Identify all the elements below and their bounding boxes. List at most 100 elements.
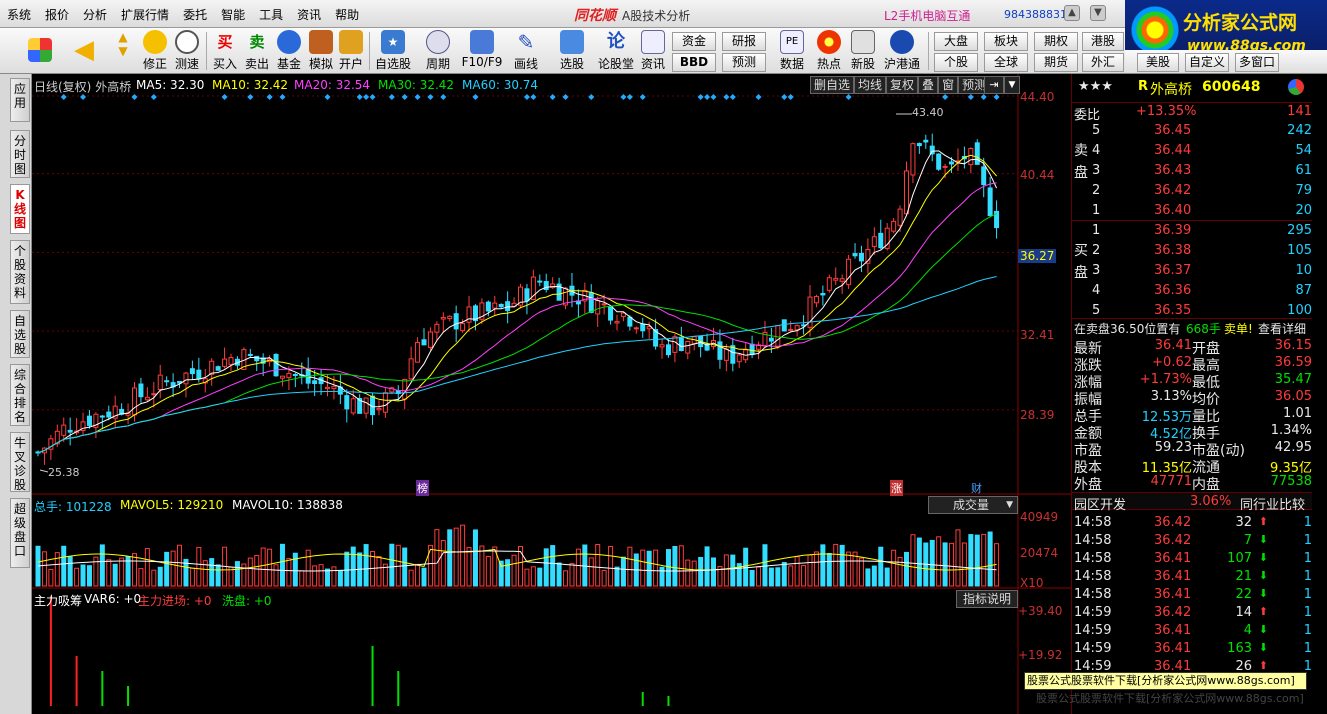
chart-tool-3[interactable]: 叠 bbox=[918, 76, 939, 94]
back-button[interactable]: ◀ bbox=[70, 30, 98, 72]
buy-level-2[interactable]: 3 36.37 10 bbox=[1072, 262, 1312, 280]
event-label-bang[interactable]: 榜 bbox=[416, 480, 429, 496]
watchlist-label: 自选股 bbox=[374, 57, 411, 71]
kline-chart-svg[interactable] bbox=[32, 74, 1071, 714]
expand-arrow-icon[interactable]: ⇥ bbox=[984, 76, 1004, 94]
candle-body bbox=[981, 166, 987, 186]
hot-button[interactable]: 热点 bbox=[814, 30, 844, 72]
sell-level-num: 4 bbox=[1092, 143, 1101, 158]
chart-tool-4[interactable]: 窗 bbox=[938, 76, 959, 94]
up-down-button[interactable]: ▲ ▼ bbox=[110, 30, 136, 72]
fx-button[interactable]: 外汇 bbox=[1082, 53, 1124, 72]
global-button[interactable]: 全球 bbox=[984, 53, 1028, 72]
warning-icon[interactable]: ▲ bbox=[1064, 5, 1080, 21]
bbd-button[interactable]: BBD bbox=[672, 53, 716, 72]
menu-item-2[interactable]: 分析 bbox=[76, 6, 114, 23]
weibi-value: +13.35% bbox=[1136, 104, 1197, 119]
shirt-icon[interactable]: ▼ bbox=[1090, 5, 1106, 21]
buy-price: 36.35 bbox=[1154, 303, 1192, 318]
forecast-button[interactable]: 预测 bbox=[722, 53, 766, 72]
menu-item-1[interactable]: 报价 bbox=[38, 6, 76, 23]
tick-row: 14:58 36.41 107 ⬇ 1 bbox=[1072, 550, 1312, 568]
sidebar-tab-4[interactable]: 自选股 bbox=[10, 310, 30, 358]
individual-button[interactable]: 个股 bbox=[934, 53, 978, 72]
multi-window-button[interactable]: 多窗口 bbox=[1235, 53, 1279, 72]
buy-level-3[interactable]: 4 36.36 87 bbox=[1072, 282, 1312, 300]
pie-chart-icon[interactable] bbox=[1288, 79, 1304, 95]
note-detail-link[interactable]: 查看详细 bbox=[1258, 320, 1306, 337]
menu-item-8[interactable]: 帮助 bbox=[328, 6, 366, 23]
chart-tool-1[interactable]: 均线 bbox=[854, 76, 887, 94]
hk-connect-button[interactable]: 沪港通 bbox=[882, 30, 922, 72]
sell-button[interactable]: 卖 卖出 bbox=[242, 30, 272, 72]
candle-body bbox=[768, 337, 774, 342]
market-button[interactable]: 大盘 bbox=[934, 32, 978, 51]
sell-level-1[interactable]: 4 36.44 54 bbox=[1072, 142, 1312, 160]
sell-level-4[interactable]: 1 36.40 20 bbox=[1072, 202, 1312, 220]
data-button[interactable]: PE 数据 bbox=[772, 30, 812, 72]
chart-tool-2[interactable]: 复权 bbox=[886, 76, 919, 94]
event-label-cai[interactable]: 财 bbox=[970, 480, 983, 496]
forum-button[interactable]: 论 论股堂 bbox=[596, 30, 636, 72]
sidebar-tab-7[interactable]: 超级盘口 bbox=[10, 498, 30, 568]
speed-test-button[interactable]: 测速 bbox=[172, 30, 202, 72]
sell-level-2[interactable]: 3 36.43 61 bbox=[1072, 162, 1312, 180]
sidebar-tab-6[interactable]: 牛叉诊股 bbox=[10, 432, 30, 492]
draw-line-button[interactable]: ✎ 画线 bbox=[506, 30, 546, 72]
funds-button[interactable]: 资金 bbox=[672, 32, 716, 51]
sidebar-tab-0[interactable]: 应用 bbox=[10, 78, 30, 122]
menu-item-7[interactable]: 资讯 bbox=[290, 6, 328, 23]
period-button[interactable]: 周期 bbox=[418, 30, 458, 72]
buy-level-4[interactable]: 5 36.35 100 bbox=[1072, 302, 1312, 320]
l2-link[interactable]: L2手机电脑互通 bbox=[884, 7, 970, 24]
event-label-zhang[interactable]: 涨 bbox=[890, 480, 903, 496]
layout-button[interactable] bbox=[26, 30, 54, 72]
chart-area[interactable]: 日线(复权) 外高桥 MA5: 32.30 MA10: 32.42 MA20: … bbox=[32, 74, 1071, 714]
sell-level-num: 2 bbox=[1092, 183, 1101, 198]
volume-bar bbox=[955, 529, 961, 587]
simulate-button[interactable]: 模拟 bbox=[306, 30, 336, 72]
research-button[interactable]: 研报 bbox=[722, 32, 766, 51]
news-button[interactable]: 资讯 bbox=[638, 30, 668, 72]
sell-level-0[interactable]: 5 36.45 242 bbox=[1072, 122, 1312, 140]
options-button[interactable]: 期权 bbox=[1034, 32, 1078, 51]
candle-body bbox=[665, 344, 671, 356]
sector-button[interactable]: 板块 bbox=[984, 32, 1028, 51]
menu-item-4[interactable]: 委托 bbox=[176, 6, 214, 23]
custom-button[interactable]: 自定义 bbox=[1185, 53, 1229, 72]
volume-selector[interactable]: 成交量 ▼ bbox=[928, 496, 1018, 514]
buy-level-1[interactable]: 2 36.38 105 bbox=[1072, 242, 1312, 260]
sidebar-tab-3[interactable]: 个股资料 bbox=[10, 240, 30, 304]
sidebar-tab-5[interactable]: 综合排名 bbox=[10, 364, 30, 426]
candle-body bbox=[974, 142, 980, 165]
f10-button[interactable]: F10/F9 bbox=[460, 30, 504, 72]
star-list-icon: ★ bbox=[381, 30, 405, 54]
hk-stocks-button[interactable]: 港股 bbox=[1082, 32, 1124, 51]
volume-bar bbox=[891, 549, 897, 587]
dropdown-arrow-icon[interactable]: ▼ bbox=[1004, 76, 1020, 94]
menu-item-3[interactable]: 扩展行情 bbox=[114, 6, 176, 23]
candle-body bbox=[157, 374, 163, 390]
fund-button[interactable]: 基金 bbox=[274, 30, 304, 72]
buy-level-0[interactable]: 1 36.39 295 bbox=[1072, 222, 1312, 240]
us-stocks-button[interactable]: 美股 bbox=[1137, 53, 1179, 72]
futures-button[interactable]: 期货 bbox=[1034, 53, 1078, 72]
volume-bar bbox=[530, 566, 536, 587]
menu-item-5[interactable]: 智能 bbox=[214, 6, 252, 23]
sidebar-tab-2[interactable]: K线图 bbox=[10, 184, 30, 234]
menu-item-0[interactable]: 系统 bbox=[0, 6, 38, 23]
watchlist-button[interactable]: ★ 自选股 bbox=[372, 30, 414, 72]
sell-level-3[interactable]: 2 36.42 79 bbox=[1072, 182, 1312, 200]
indicator-help-button[interactable]: 指标说明 bbox=[956, 590, 1018, 608]
peer-compare-link[interactable]: 同行业比较 bbox=[1240, 494, 1305, 513]
menu-item-6[interactable]: 工具 bbox=[252, 6, 290, 23]
ipo-button[interactable]: 新股 bbox=[848, 30, 878, 72]
open-account-button[interactable]: 开户 bbox=[336, 30, 366, 72]
fix-button[interactable]: 修正 bbox=[140, 30, 170, 72]
sidebar-tab-1[interactable]: 分时图 bbox=[10, 130, 30, 178]
sector-name[interactable]: 园区开发 bbox=[1074, 494, 1126, 513]
f10-icon bbox=[470, 30, 494, 54]
stock-picker-button[interactable]: 选股 bbox=[552, 30, 592, 72]
chart-tool-0[interactable]: 删自选 bbox=[810, 76, 855, 94]
buy-button[interactable]: 买 买入 bbox=[210, 30, 240, 72]
